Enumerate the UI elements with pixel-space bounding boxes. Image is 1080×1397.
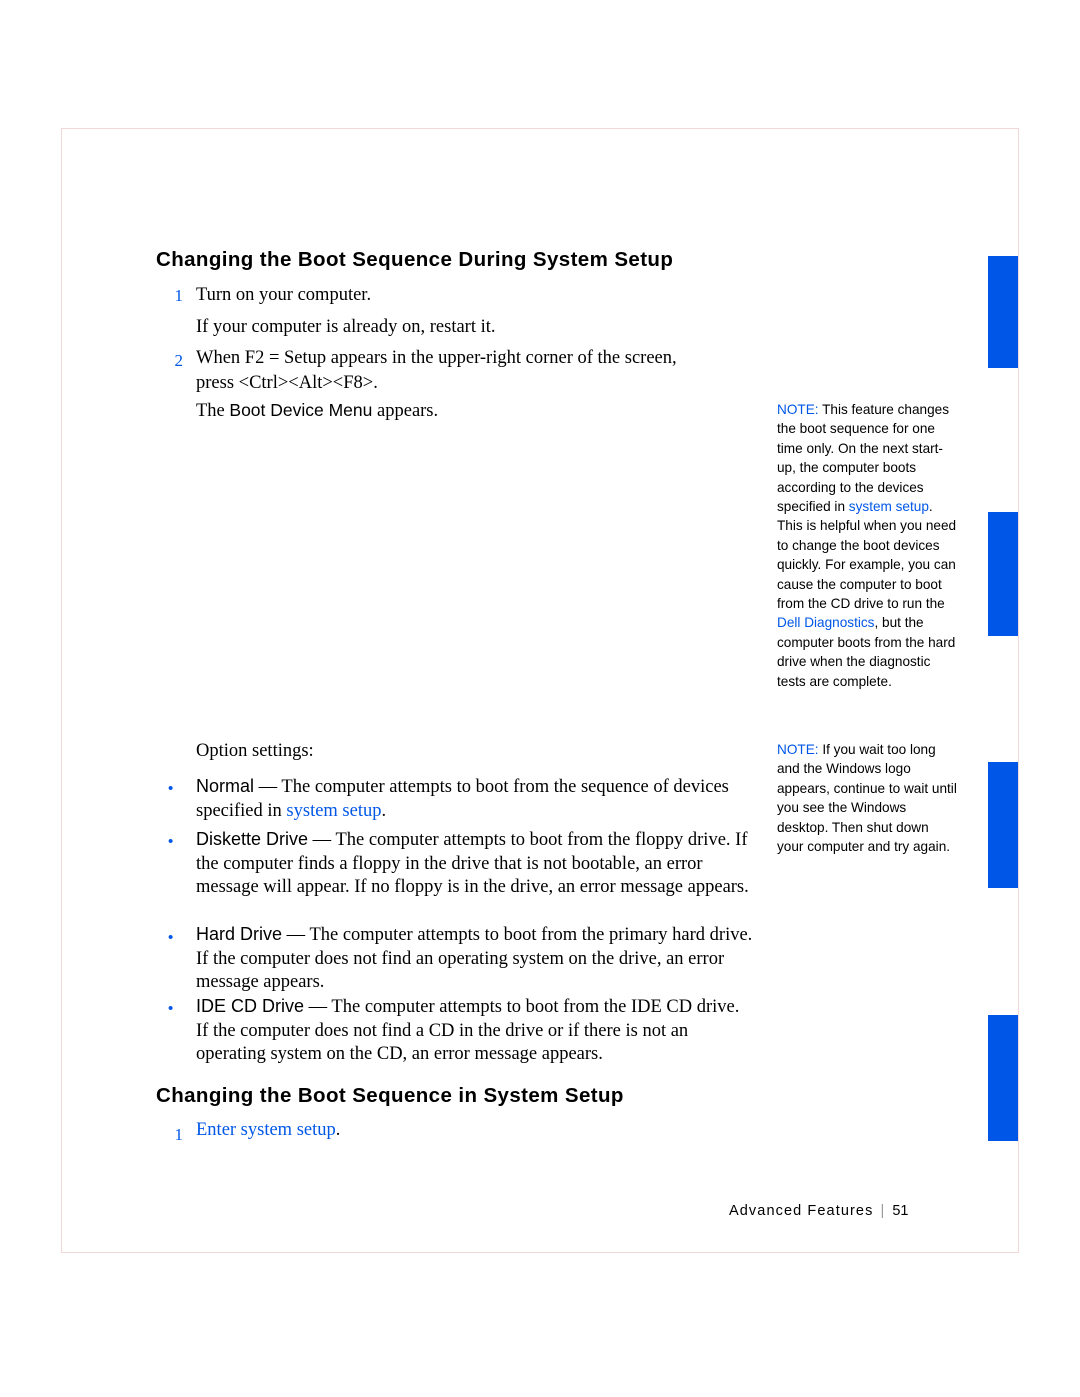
second-step-link-1[interactable]: Enter system setup — [196, 1120, 336, 1140]
boot-menu-prefix: The — [196, 401, 230, 421]
edge-tab-marker-4 — [988, 1015, 1018, 1141]
option-term-2: Diskette Drive — [196, 829, 309, 849]
option-item-3: Hard Drive — The computer attempts to bo… — [196, 923, 756, 995]
option-item-2: Diskette Drive — The computer attempts t… — [196, 828, 756, 900]
option-term-4: IDE CD Drive — [196, 996, 305, 1016]
step-text-2: When F2 = Setup appears in the upper-rig… — [196, 346, 701, 395]
step-number-2: 2 — [174, 351, 184, 370]
note-2-part1: If you wait too long and the Windows log… — [777, 742, 957, 855]
bullet-icon-1: • — [168, 780, 174, 797]
footer-page-number: 51 — [892, 1203, 909, 1219]
note-1-part2: . This is helpful when you need to chang… — [777, 499, 957, 612]
bullet-icon-3: • — [168, 929, 174, 946]
step-text-2-content: When F2 = Setup appears in the upper-rig… — [196, 348, 677, 393]
step-text-1: Turn on your computer. — [196, 285, 372, 305]
note-1-link-1[interactable]: system setup — [849, 499, 929, 514]
option-settings-label: Option settings: — [196, 741, 314, 761]
note-2: NOTE: If you wait too long and the Windo… — [777, 740, 957, 856]
footer-title: Advanced Features — [729, 1203, 874, 1219]
boot-device-menu-line: The Boot Device Menu appears. — [196, 400, 716, 422]
note-1-link-2[interactable]: Dell Diagnostics — [777, 615, 874, 630]
page-footer: Advanced Features | 51 — [729, 1203, 908, 1219]
bullet-icon-4: • — [168, 1000, 174, 1017]
note-1-part1: This feature changes the boot sequence f… — [777, 402, 950, 515]
second-section-heading: Changing the Boot Sequence in System Set… — [156, 1084, 624, 1107]
second-step-text-1: Enter system setup. — [196, 1120, 340, 1141]
footer-separator: | — [880, 1203, 886, 1219]
restart-line: If your computer is already on, restart … — [196, 317, 496, 337]
bullet-icon-2: • — [168, 833, 174, 850]
option-term-1: Normal — [196, 776, 255, 796]
second-step-tail-1: . — [335, 1120, 341, 1140]
option-link-1[interactable]: system setup — [286, 801, 381, 821]
boot-menu-suffix: appears. — [372, 401, 439, 421]
edge-tab-marker-1 — [988, 256, 1018, 368]
option-tail-1: . — [381, 800, 387, 821]
note-2-label: NOTE: — [777, 742, 819, 757]
option-text-1: — The computer attempts to boot from the… — [196, 777, 729, 821]
document-page: Changing the Boot Sequence During System… — [0, 0, 1080, 1397]
section-heading: Changing the Boot Sequence During System… — [156, 248, 674, 271]
option-item-1: Normal — The computer attempts to boot f… — [196, 775, 756, 823]
edge-tab-marker-2 — [988, 512, 1018, 636]
edge-tab-marker-3 — [988, 762, 1018, 888]
boot-menu-term: Boot Device Menu — [229, 400, 373, 420]
second-step-number-1: 1 — [174, 1125, 184, 1144]
option-item-4: IDE CD Drive — The computer attempts to … — [196, 995, 756, 1067]
option-term-3: Hard Drive — [196, 924, 283, 944]
note-1: NOTE: This feature changes the boot sequ… — [777, 400, 957, 691]
note-1-label: NOTE: — [777, 402, 819, 417]
step-number-1: 1 — [174, 286, 184, 305]
